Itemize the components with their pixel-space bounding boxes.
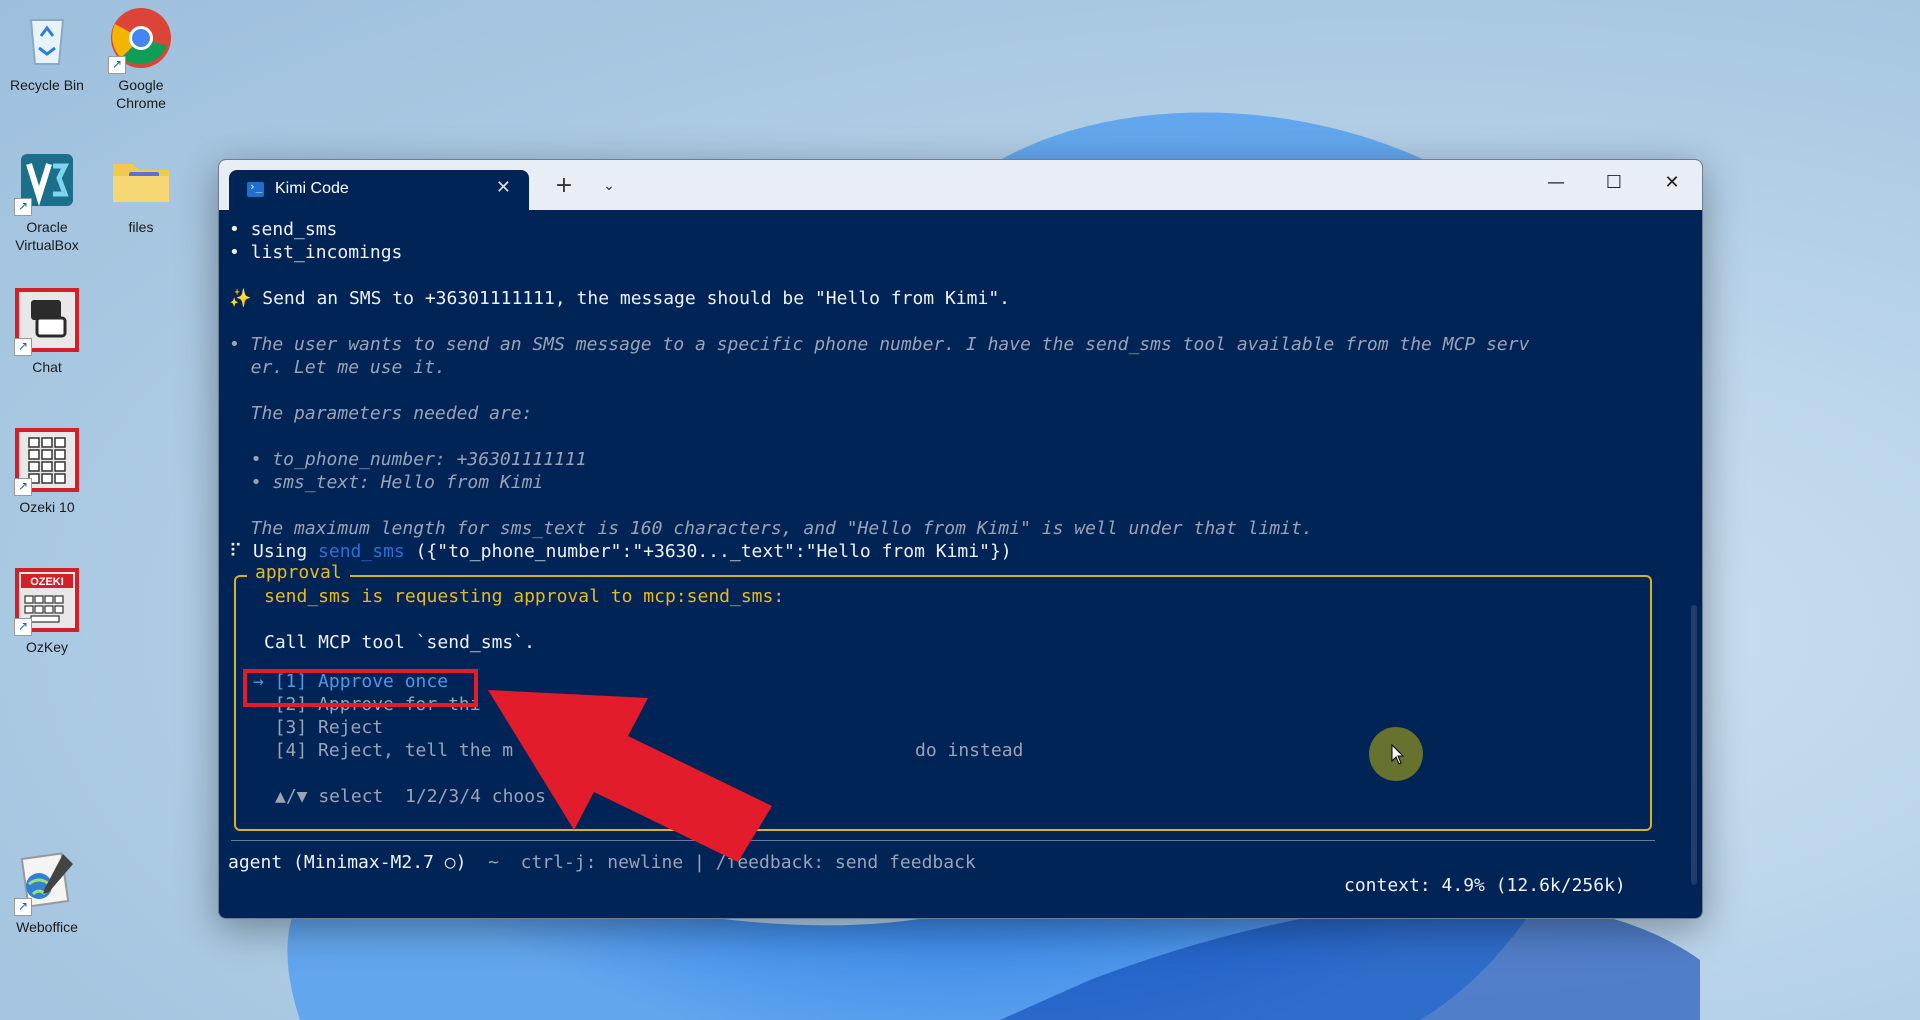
approval-title: approval (247, 562, 350, 584)
minimize-icon[interactable]: — (1527, 160, 1585, 206)
desktop-icon-label: Oracle VirtualBox (15, 219, 79, 253)
option-reject-with-feedback[interactable]: [4] Reject, tell the m (253, 740, 513, 762)
desktop-icon-ozkey[interactable]: OZEKI ↗ OzKey (0, 568, 94, 656)
thinking-text: • The user wants to send an SMS message … (229, 334, 1530, 355)
terminal-output[interactable]: • send_sms • list_incomings ✨ Send an SM… (219, 210, 1702, 918)
desktop-icon-label: Weboffice (16, 919, 78, 935)
thinking-text: • sms_text: Hello from Kimi (229, 472, 544, 493)
user-prompt-text: Send an SMS to +36301111111, the message… (251, 288, 1011, 309)
sparkle-icon: ✨ (229, 288, 252, 309)
maximize-icon[interactable]: ☐ (1585, 160, 1643, 206)
tab-title: Kimi Code (275, 180, 349, 197)
desktop-icon-label: OzKey (25, 639, 68, 655)
scrollbar[interactable] (1691, 605, 1697, 885)
desktop-icon-files[interactable]: files (94, 148, 188, 236)
user-prompt-line: ✨ Send an SMS to +36301111111, the messa… (229, 288, 1010, 310)
tool-list-item: • send_sms (229, 219, 338, 240)
desktop-icon-oracle-virtualbox[interactable]: ↗ Oracle VirtualBox (0, 148, 94, 254)
shortcut-arrow-icon: ↗ (14, 618, 32, 636)
close-window-icon[interactable]: ✕ (1643, 160, 1701, 206)
desktop-icon-weboffice[interactable]: ↗ Weboffice (0, 848, 94, 936)
option-reject[interactable]: [3] Reject (253, 717, 383, 739)
recycle-bin-icon (29, 19, 65, 65)
option-reject-with-feedback-tail: do instead (915, 740, 1024, 761)
desktop-icon-chat[interactable]: ↗ Chat (0, 288, 94, 376)
tool-list-item: • list_incomings (229, 242, 403, 263)
status-bar: agent (Minimax-M2.7 ○) ~ ctrl-j: newline… (228, 852, 976, 874)
desktop-icon-ozeki-10[interactable]: ↗ Ozeki 10 (0, 428, 94, 516)
desktop-icon-label: Ozeki 10 (19, 499, 75, 515)
thinking-text: The maximum length for sms_text is 160 c… (229, 518, 1313, 539)
desktop-icon-recycle-bin[interactable]: Recycle Bin (0, 6, 94, 94)
chevron-down-icon[interactable]: ⌄ (589, 170, 629, 202)
shortcut-arrow-icon: ↗ (108, 56, 126, 74)
highlight-box (243, 669, 478, 707)
folder-icon (113, 164, 169, 202)
desktop-icon-label: Chat (32, 359, 62, 375)
approval-hint: ▲/▼ select 1/2/3/4 choos (275, 786, 546, 807)
tool-name: send_sms (318, 541, 405, 562)
powershell-icon (247, 180, 264, 197)
thinking-text: er. Let me use it. (229, 357, 446, 378)
shortcut-arrow-icon: ↗ (14, 338, 32, 356)
spinner-icon: ⠏ Using (229, 541, 319, 562)
tab-close-icon[interactable]: ✕ (496, 177, 511, 198)
tool-usage-line: ⠏ Using send_sms ({"to_phone_number":"+3… (229, 541, 1012, 563)
thinking-text: The parameters needed are: (229, 403, 533, 424)
status-separator: ~ (466, 852, 521, 873)
approval-request: send_sms is requesting approval to mcp:s… (264, 586, 785, 607)
tab-kimi-code[interactable]: Kimi Code ✕ (229, 170, 529, 210)
desktop-icon-label: Recycle Bin (10, 77, 84, 93)
thinking-text: • to_phone_number: +36301111111 (229, 449, 587, 470)
desktop-icon-google-chrome[interactable]: ↗ Google Chrome (94, 6, 188, 112)
tab-bar: Kimi Code ✕ + ⌄ — ☐ ✕ (219, 160, 1702, 210)
desktop-icon-label: files (128, 219, 154, 235)
desktop-icon-label: Google Chrome (116, 77, 166, 111)
mouse-cursor-icon (1391, 744, 1405, 765)
agent-mode: agent (Minimax-M2.7 ○) (228, 852, 467, 873)
approval-call: Call MCP tool `send_sms`. (264, 632, 535, 653)
tool-args: ({"to_phone_number":"+3630..._text":"Hel… (404, 541, 1012, 562)
context-usage: context: 4.9% (12.6k/256k) (1344, 875, 1626, 896)
keyboard-hints: ctrl-j: newline | /feedback: send feedba… (520, 852, 976, 873)
ozkey-badge-text: OZEKI (30, 576, 64, 588)
new-tab-icon[interactable]: + (544, 170, 584, 202)
footer-divider (231, 840, 1655, 841)
terminal-window[interactable]: Kimi Code ✕ + ⌄ — ☐ ✕ • send_sms • list_… (218, 159, 1703, 919)
shortcut-arrow-icon: ↗ (14, 198, 32, 216)
shortcut-arrow-icon: ↗ (14, 898, 32, 916)
shortcut-arrow-icon: ↗ (14, 478, 32, 496)
